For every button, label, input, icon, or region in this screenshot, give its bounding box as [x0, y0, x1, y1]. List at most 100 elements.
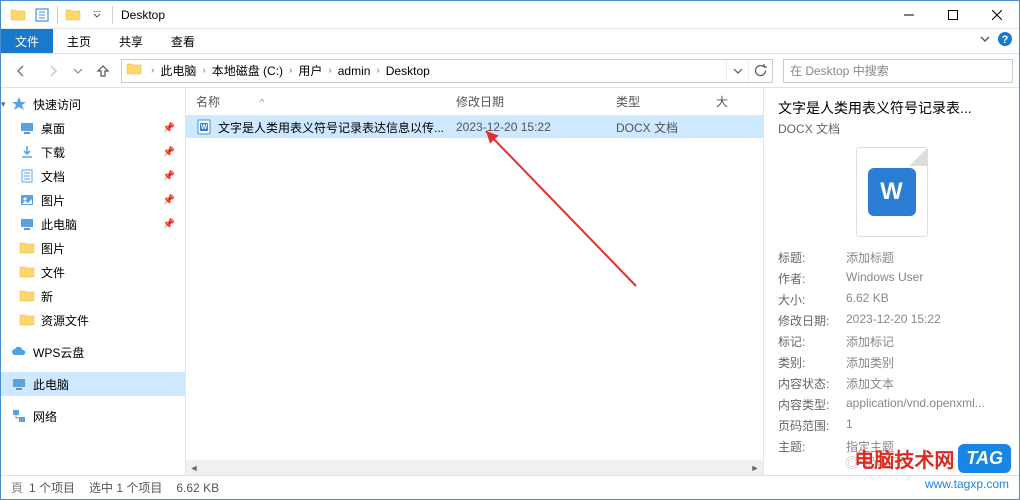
property-value[interactable]: application/vnd.openxml... [846, 396, 1005, 413]
up-button[interactable] [89, 57, 117, 85]
navigation-bar: › 此电脑 › 本地磁盘 (C:) › 用户 › admin › Desktop… [1, 54, 1019, 88]
minimize-button[interactable] [887, 1, 931, 29]
property-label: 内容状态: [778, 375, 840, 392]
sidebar-item[interactable]: 此电脑📌 [1, 212, 185, 236]
pin-icon: 📌 [163, 195, 175, 206]
address-bar[interactable]: › 此电脑 › 本地磁盘 (C:) › 用户 › admin › Desktop [121, 59, 773, 83]
sidebar-item[interactable]: 图片 [1, 236, 185, 260]
tab-share[interactable]: 共享 [105, 29, 157, 53]
column-name[interactable]: 名称^ [186, 88, 446, 115]
crumb-this-pc[interactable]: 此电脑 [157, 60, 199, 82]
sidebar-label: 快速访问 [33, 96, 81, 113]
property-value[interactable]: 添加标记 [846, 333, 1005, 350]
crumb-desktop[interactable]: Desktop [383, 60, 433, 82]
property-value[interactable]: 6.62 KB [846, 291, 1005, 308]
sidebar-item-label: 此电脑 [41, 216, 77, 233]
crumb-users[interactable]: 用户 [295, 60, 325, 82]
column-type[interactable]: 类型 [606, 88, 706, 115]
sidebar-item-wps[interactable]: WPS云盘 [1, 340, 185, 364]
folder-icon [19, 288, 35, 304]
docx-icon: W [196, 119, 212, 135]
recent-dropdown-icon[interactable] [71, 57, 85, 85]
folder-icon[interactable] [7, 4, 29, 26]
search-input[interactable]: 在 Desktop 中搜索 [783, 59, 1013, 83]
network-icon [11, 408, 27, 424]
chevron-right-icon[interactable]: › [199, 65, 208, 76]
property-label: 标题: [778, 249, 840, 266]
file-tab[interactable]: 文件 [1, 29, 53, 53]
qat-dropdown-icon[interactable] [86, 4, 108, 26]
horizontal-scrollbar[interactable]: ◄ ► [186, 460, 763, 476]
ribbon-expand-icon[interactable] [979, 32, 991, 50]
navigation-pane[interactable]: ▾ 快速访问 桌面📌下载📌文档📌图片📌此电脑📌图片文件新资源文件 WPS云盘 此… [1, 88, 186, 476]
column-date[interactable]: 修改日期 [446, 88, 606, 115]
chevron-down-icon[interactable]: ▾ [1, 99, 11, 110]
folder-icon [19, 240, 35, 256]
sidebar-item-this-pc[interactable]: 此电脑 [1, 372, 185, 396]
status-item-count: 1 个项目 [29, 479, 75, 496]
window-controls [887, 1, 1019, 29]
pin-icon: 📌 [163, 147, 175, 158]
download-icon [19, 144, 35, 160]
pin-icon: 📌 [163, 123, 175, 134]
search-placeholder: 在 Desktop 中搜索 [790, 62, 889, 79]
file-list: 名称^ 修改日期 类型 大 W 文字是人类用表义符号记录表达信息以传... 20… [186, 88, 764, 476]
sidebar-item-label: 桌面 [41, 120, 65, 137]
property-label: 标记: [778, 333, 840, 350]
chevron-right-icon[interactable]: › [325, 65, 334, 76]
folder-icon [19, 264, 35, 280]
sidebar-item[interactable]: 文件 [1, 260, 185, 284]
properties-icon[interactable] [31, 4, 53, 26]
sidebar-item[interactable]: 图片📌 [1, 188, 185, 212]
property-value[interactable]: 1 [846, 417, 1005, 434]
quick-access-toolbar [1, 4, 115, 26]
chevron-right-icon[interactable]: › [286, 65, 295, 76]
property-label: 作者: [778, 270, 840, 287]
forward-button[interactable] [39, 57, 67, 85]
property-value[interactable]: 添加标题 [846, 249, 1005, 266]
file-row[interactable]: W 文字是人类用表义符号记录表达信息以传... 2023-12-20 15:22… [186, 116, 763, 138]
crumb-admin[interactable]: admin [335, 60, 374, 82]
scroll-right-icon[interactable]: ► [747, 460, 763, 476]
pc-icon [11, 376, 27, 392]
maximize-button[interactable] [931, 1, 975, 29]
scroll-left-icon[interactable]: ◄ [186, 460, 202, 476]
column-size[interactable]: 大 [706, 88, 763, 115]
property-label: 修改日期: [778, 312, 840, 329]
sidebar-item-label: 文件 [41, 264, 65, 281]
open-folder-icon[interactable] [62, 4, 84, 26]
sidebar-item[interactable]: 下载 📌 [1, 140, 185, 164]
refresh-icon[interactable] [748, 60, 770, 82]
property-value[interactable]: 添加类别 [846, 354, 1005, 371]
property-value[interactable]: Windows User [846, 270, 1005, 287]
sidebar-item-network[interactable]: 网络 [1, 404, 185, 428]
crumb-drive[interactable]: 本地磁盘 (C:) [209, 60, 286, 82]
sidebar-item[interactable]: 文档📌 [1, 164, 185, 188]
ribbon-tabs: 文件 主页 共享 查看 ? [1, 29, 1019, 54]
svg-text:?: ? [1002, 34, 1009, 46]
quick-access-group[interactable]: ▾ 快速访问 [1, 92, 185, 116]
sidebar-item-label: 下载 [41, 144, 65, 161]
sidebar-label: 网络 [33, 408, 57, 425]
property-label: 类别: [778, 354, 840, 371]
sort-indicator-icon: ^ [260, 97, 264, 107]
details-pane: 文字是人类用表义符号记录表... DOCX 文档 W 标题:添加标题作者:Win… [764, 88, 1019, 476]
tab-home[interactable]: 主页 [53, 29, 105, 53]
pic-icon [19, 192, 35, 208]
property-value[interactable]: 添加文本 [846, 375, 1005, 392]
pin-icon: 📌 [163, 171, 175, 182]
sidebar-item[interactable]: 资源文件 [1, 308, 185, 332]
chevron-right-icon[interactable]: › [148, 65, 157, 76]
close-button[interactable] [975, 1, 1019, 29]
sidebar-item[interactable]: 新 [1, 284, 185, 308]
property-label: 页码范围: [778, 417, 840, 434]
property-value[interactable]: 2023-12-20 15:22 [846, 312, 1005, 329]
chevron-right-icon[interactable]: › [373, 65, 382, 76]
sidebar-item[interactable]: 桌面 📌 [1, 116, 185, 140]
tab-view[interactable]: 查看 [157, 29, 209, 53]
file-list-body[interactable]: W 文字是人类用表义符号记录表达信息以传... 2023-12-20 15:22… [186, 116, 763, 460]
preview-title: 文字是人类用表义符号记录表... [778, 98, 1005, 118]
address-dropdown-icon[interactable] [726, 60, 748, 82]
back-button[interactable] [7, 57, 35, 85]
help-icon[interactable]: ? [997, 31, 1013, 52]
